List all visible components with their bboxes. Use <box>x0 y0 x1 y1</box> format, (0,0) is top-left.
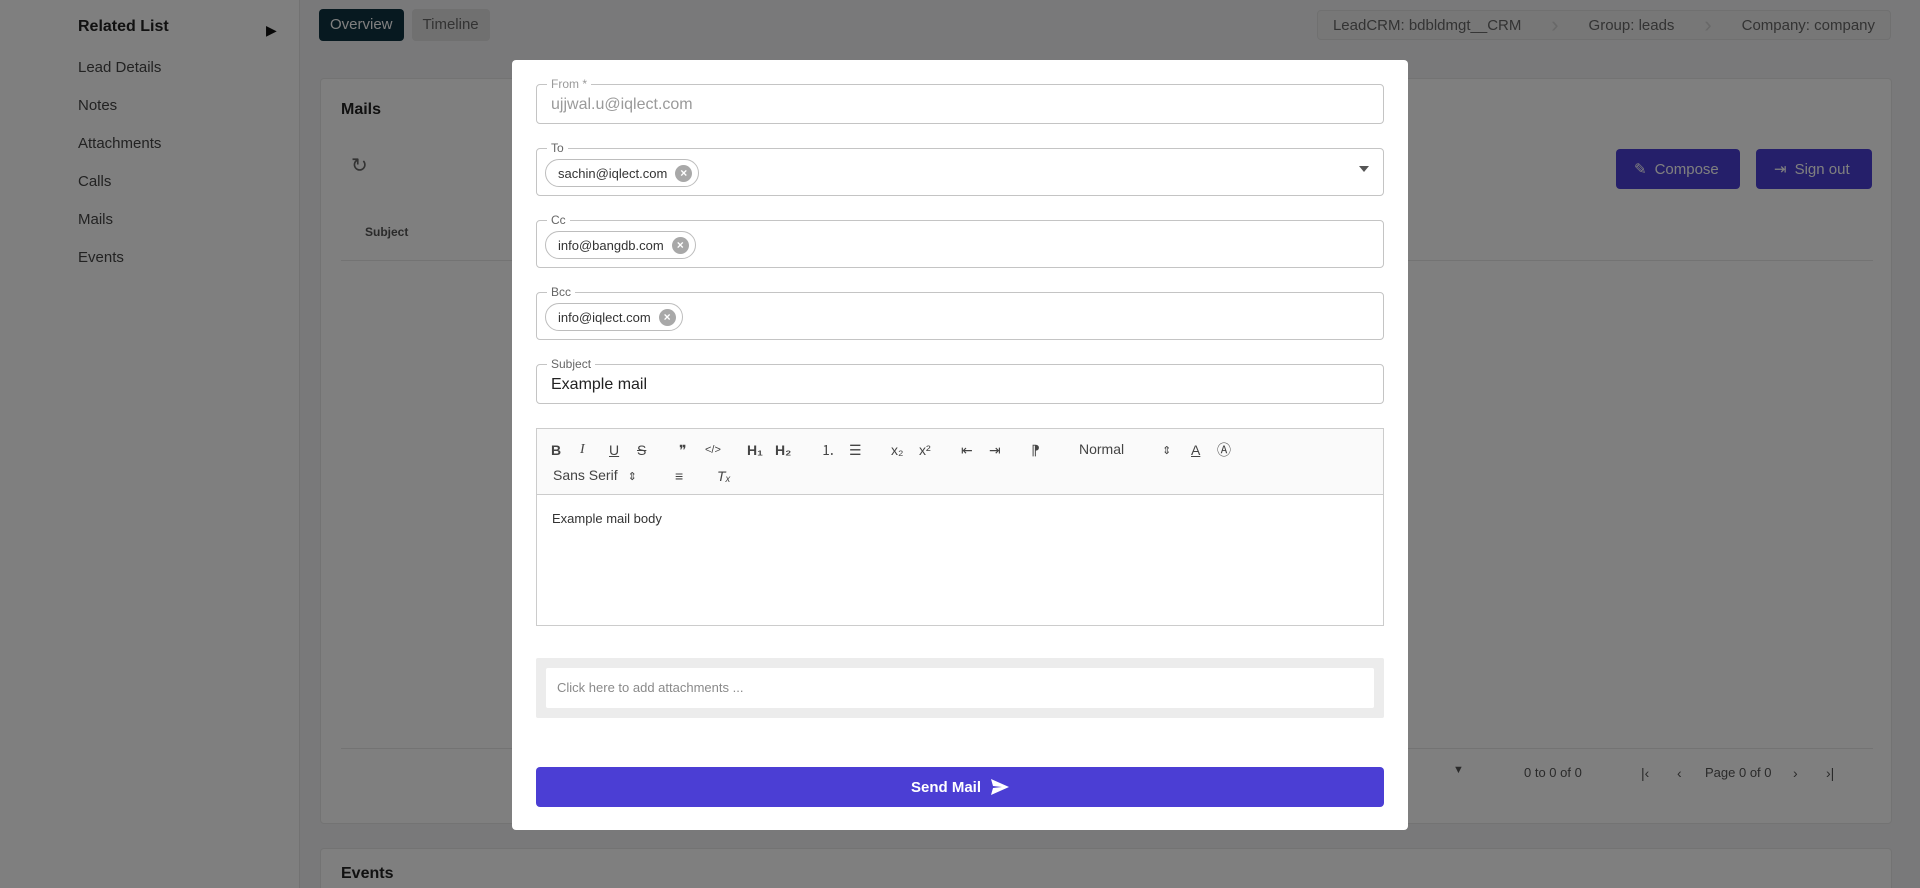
subject-label: Subject <box>547 357 596 371</box>
attachments-placeholder: Click here to add attachments ... <box>557 680 744 695</box>
chevron-down-icon[interactable] <box>1359 166 1369 172</box>
heading-1-icon[interactable]: H₁ <box>747 441 763 459</box>
code-icon[interactable]: </> <box>705 441 721 459</box>
from-value: ujjwal.u@iqlect.com <box>551 96 693 113</box>
compose-mail-modal: From * ujjwal.u@iqlect.com To sachin@iql… <box>512 60 1408 830</box>
to-field[interactable]: To sachin@iqlect.com × <box>536 141 1384 196</box>
subscript-icon[interactable]: x₂ <box>891 441 903 459</box>
subject-field[interactable]: Subject Example mail <box>536 357 1384 404</box>
rich-text-editor: B I U S ❞ </> H₁ H₂ ⒈ ☰ x₂ x² ⇤ ⇥ ⁋ Norm… <box>536 428 1384 626</box>
strikethrough-icon[interactable]: S <box>637 441 646 459</box>
cc-chip[interactable]: info@bangdb.com × <box>545 231 696 259</box>
editor-content[interactable]: Example mail body <box>552 511 662 526</box>
send-mail-button[interactable]: Send Mail <box>536 767 1384 807</box>
cc-chip-label: info@bangdb.com <box>558 237 664 253</box>
italic-icon[interactable]: I <box>580 441 585 459</box>
align-icon[interactable]: ≡ <box>675 467 683 485</box>
clear-format-icon[interactable]: Tₓ <box>717 467 731 485</box>
remove-chip-icon[interactable]: × <box>671 236 689 254</box>
background-color-icon[interactable]: Ⓐ <box>1217 441 1231 459</box>
underline-icon[interactable]: U <box>609 441 619 459</box>
bcc-field[interactable]: Bcc info@iqlect.com × <box>536 285 1384 340</box>
font-select[interactable]: Sans Serif ⇕ <box>553 467 637 483</box>
remove-chip-icon[interactable]: × <box>658 308 676 326</box>
ordered-list-icon[interactable]: ⒈ <box>821 441 835 459</box>
size-select-value: Normal <box>1079 441 1125 457</box>
remove-chip-icon[interactable]: × <box>675 164 693 182</box>
bold-icon[interactable]: B <box>551 441 561 459</box>
indent-icon[interactable]: ⇥ <box>989 441 1001 459</box>
editor-toolbar: B I U S ❞ </> H₁ H₂ ⒈ ☰ x₂ x² ⇤ ⇥ ⁋ Norm… <box>537 429 1383 495</box>
chevron-updown-icon: ⇕ <box>627 471 637 483</box>
to-label: To <box>547 141 568 155</box>
text-direction-icon[interactable]: ⁋ <box>1031 441 1040 459</box>
size-select[interactable]: Normal ⇕ <box>1079 441 1171 457</box>
send-icon <box>991 779 1009 795</box>
attachments-dropzone: Click here to add attachments ... <box>536 658 1384 718</box>
text-color-icon[interactable]: A <box>1191 441 1200 459</box>
bcc-label: Bcc <box>547 285 576 299</box>
to-chip-label: sachin@iqlect.com <box>558 165 668 181</box>
send-mail-label: Send Mail <box>910 778 981 796</box>
cc-field[interactable]: Cc info@bangdb.com × <box>536 213 1384 268</box>
subject-value: Example mail <box>551 376 648 393</box>
from-field[interactable]: From * ujjwal.u@iqlect.com <box>536 77 1384 124</box>
bcc-chip[interactable]: info@iqlect.com × <box>545 303 683 331</box>
cc-label: Cc <box>547 213 570 227</box>
chevron-updown-icon: ⇕ <box>1162 445 1172 457</box>
bcc-chip-label: info@iqlect.com <box>558 309 651 325</box>
attachments-input[interactable]: Click here to add attachments ... <box>546 668 1374 708</box>
heading-2-icon[interactable]: H₂ <box>775 441 791 459</box>
bullet-list-icon[interactable]: ☰ <box>849 441 862 459</box>
outdent-icon[interactable]: ⇤ <box>961 441 973 459</box>
superscript-icon[interactable]: x² <box>919 441 931 459</box>
font-select-value: Sans Serif <box>553 467 618 483</box>
quote-icon[interactable]: ❞ <box>679 441 687 459</box>
to-chip[interactable]: sachin@iqlect.com × <box>545 159 700 187</box>
from-label: From * <box>547 77 591 91</box>
